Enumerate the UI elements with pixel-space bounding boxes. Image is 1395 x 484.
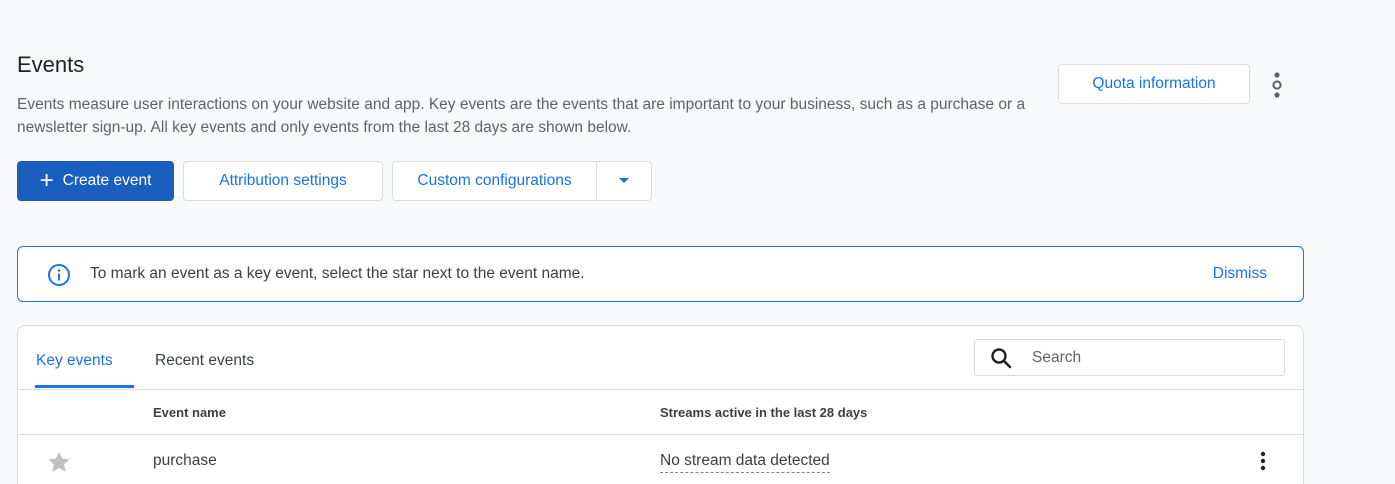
stream-status-cell[interactable]: No stream data detected xyxy=(660,452,830,473)
row-more-vert-icon[interactable] xyxy=(1251,448,1275,474)
caret-down-icon xyxy=(619,178,629,183)
custom-configurations-split-button: Custom configurations xyxy=(392,161,652,201)
plus-icon: + xyxy=(39,167,54,194)
active-tab-indicator xyxy=(35,385,134,388)
more-vert-icon[interactable] xyxy=(1264,68,1290,102)
search-box xyxy=(974,339,1285,376)
column-header-streams: Streams active in the last 28 days xyxy=(660,405,868,420)
star-icon[interactable] xyxy=(46,449,72,480)
event-name-cell[interactable]: purchase xyxy=(153,452,217,470)
quota-information-button[interactable]: Quota information xyxy=(1058,64,1250,104)
events-table-card: Key events Recent events Event name Stre… xyxy=(17,325,1304,484)
search-icon xyxy=(990,347,1012,369)
tab-recent-events[interactable]: Recent events xyxy=(155,352,254,370)
create-event-button[interactable]: + Create event xyxy=(17,161,174,201)
events-page: Events Events measure user interactions … xyxy=(0,0,1395,484)
header-divider xyxy=(18,389,1303,390)
search-input[interactable] xyxy=(1032,348,1262,367)
custom-configurations-dropdown[interactable] xyxy=(597,162,651,200)
create-event-label: Create event xyxy=(62,172,152,189)
banner-message: To mark an event as a key event, select … xyxy=(90,265,585,282)
dismiss-button[interactable]: Dismiss xyxy=(1213,265,1267,283)
column-header-event-name: Event name xyxy=(153,405,226,420)
page-description: Events measure user interactions on your… xyxy=(17,96,1026,136)
custom-configurations-button[interactable]: Custom configurations xyxy=(393,162,597,200)
tab-key-events[interactable]: Key events xyxy=(36,352,113,370)
key-event-info-banner: To mark an event as a key event, select … xyxy=(17,246,1304,302)
row-divider xyxy=(18,434,1303,435)
info-icon xyxy=(47,263,71,292)
attribution-settings-button[interactable]: Attribution settings xyxy=(183,161,383,201)
page-title: Events xyxy=(17,52,85,77)
